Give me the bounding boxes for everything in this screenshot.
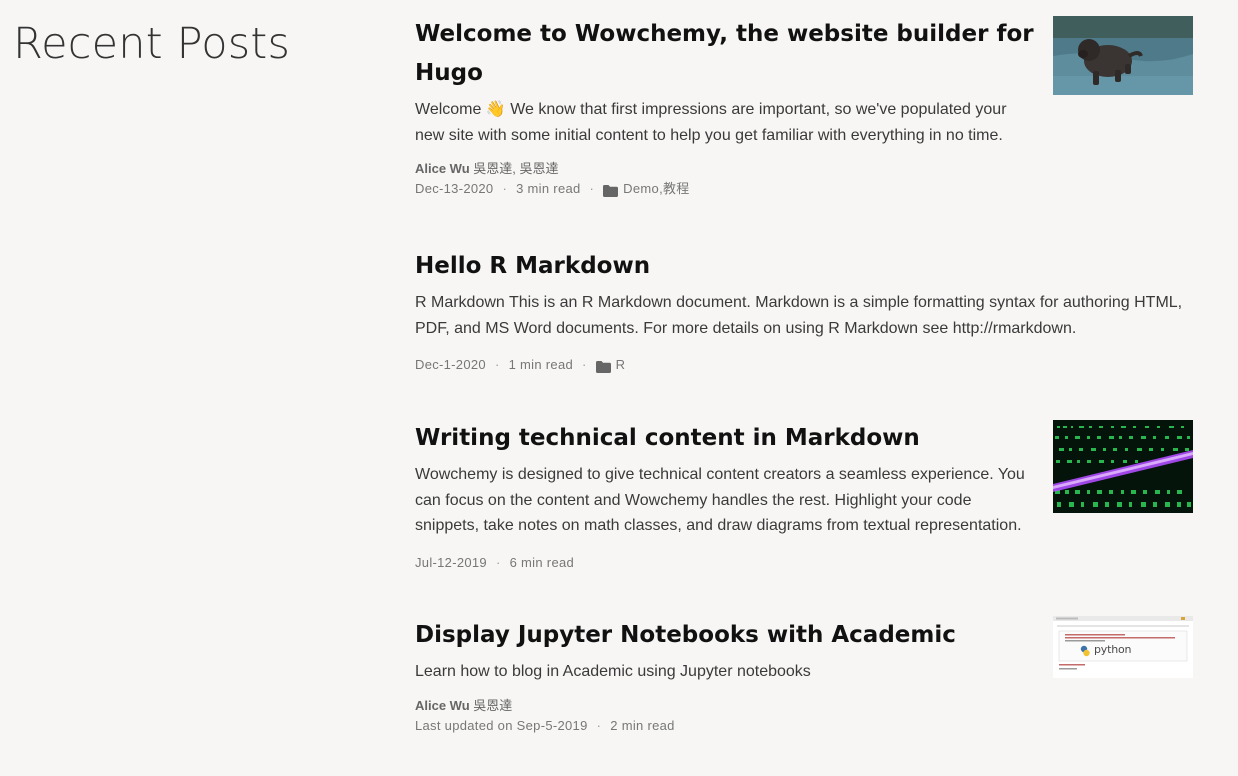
post-meta: Last updated on Sep-5-2019 · 2 min read [415, 716, 1035, 736]
post-item: Display Jupyter Notebooks with Academic … [415, 616, 1035, 736]
post-item: Hello R Markdown R Markdown This is an R… [415, 247, 1185, 375]
author-names: 吳恩達 [469, 697, 513, 713]
meta-separator: · [582, 357, 587, 372]
post-date: Jul-12-2019 [415, 554, 487, 570]
author-link[interactable]: Alice Wu [415, 161, 470, 176]
post-authors: Alice Wu 吳恩達, 吳恩達 [415, 159, 1035, 179]
post-date: Dec-1-2020 [415, 357, 486, 372]
post-item: Writing technical content in Markdown Wo… [415, 419, 1035, 573]
post-thumbnail[interactable] [1053, 420, 1193, 513]
folder-icon [595, 359, 611, 373]
post-summary: Welcome 👋 We know that first impressions… [415, 101, 1007, 144]
read-time: 1 min read [508, 357, 573, 372]
post-title-link[interactable]: Display Jupyter Notebooks with Academic [415, 616, 1035, 655]
meta-separator: · [502, 181, 508, 196]
category-link[interactable]: R [616, 355, 626, 375]
dog-photo-thumbnail-icon [1053, 16, 1193, 95]
post-meta: Jul-12-2019 · 6 min read [415, 553, 1035, 573]
python-logo-text: python [1094, 643, 1132, 656]
post-thumbnail[interactable] [1053, 16, 1193, 95]
meta-separator: · [494, 357, 500, 372]
post-meta: Dec-13-2020 · 3 min read · Demo, 教程 [415, 179, 1035, 199]
post-title-link[interactable]: Welcome to Wowchemy, the website builder… [415, 15, 1035, 93]
post-summary: R Markdown This is an R Markdown documen… [415, 294, 1183, 337]
post-title-link[interactable]: Writing technical content in Markdown [415, 419, 1035, 458]
read-time: 6 min read [509, 554, 575, 570]
matrix-code-thumbnail-icon [1053, 420, 1193, 513]
read-time: 3 min read [516, 181, 581, 196]
folder-icon [603, 183, 619, 197]
post-thumbnail[interactable]: python [1053, 616, 1193, 678]
meta-separator: · [596, 717, 602, 733]
author-link[interactable]: Alice Wu [415, 698, 470, 713]
post-meta: Dec-1-2020 · 1 min read · R [415, 355, 1185, 375]
read-time: 2 min read [610, 717, 675, 733]
post-authors: Alice Wu 吳恩達 [415, 696, 1035, 716]
post-date: Last updated on Sep-5-2019 [415, 717, 588, 733]
category-link[interactable]: 教程 [663, 179, 690, 199]
category-link[interactable]: Demo [623, 179, 659, 199]
post-date: Dec-13-2020 [415, 181, 494, 196]
meta-separator: · [589, 181, 595, 196]
meta-separator: · [495, 554, 501, 570]
page-title: Recent Posts [13, 19, 291, 69]
post-summary: Wowchemy is designed to give technical c… [415, 466, 1025, 534]
author-names: 吳恩達, 吳恩達 [469, 161, 559, 176]
post-summary: Learn how to blog in Academic using Jupy… [415, 663, 811, 680]
post-item: Welcome to Wowchemy, the website builder… [415, 15, 1035, 199]
post-title-link[interactable]: Hello R Markdown [415, 247, 1185, 286]
